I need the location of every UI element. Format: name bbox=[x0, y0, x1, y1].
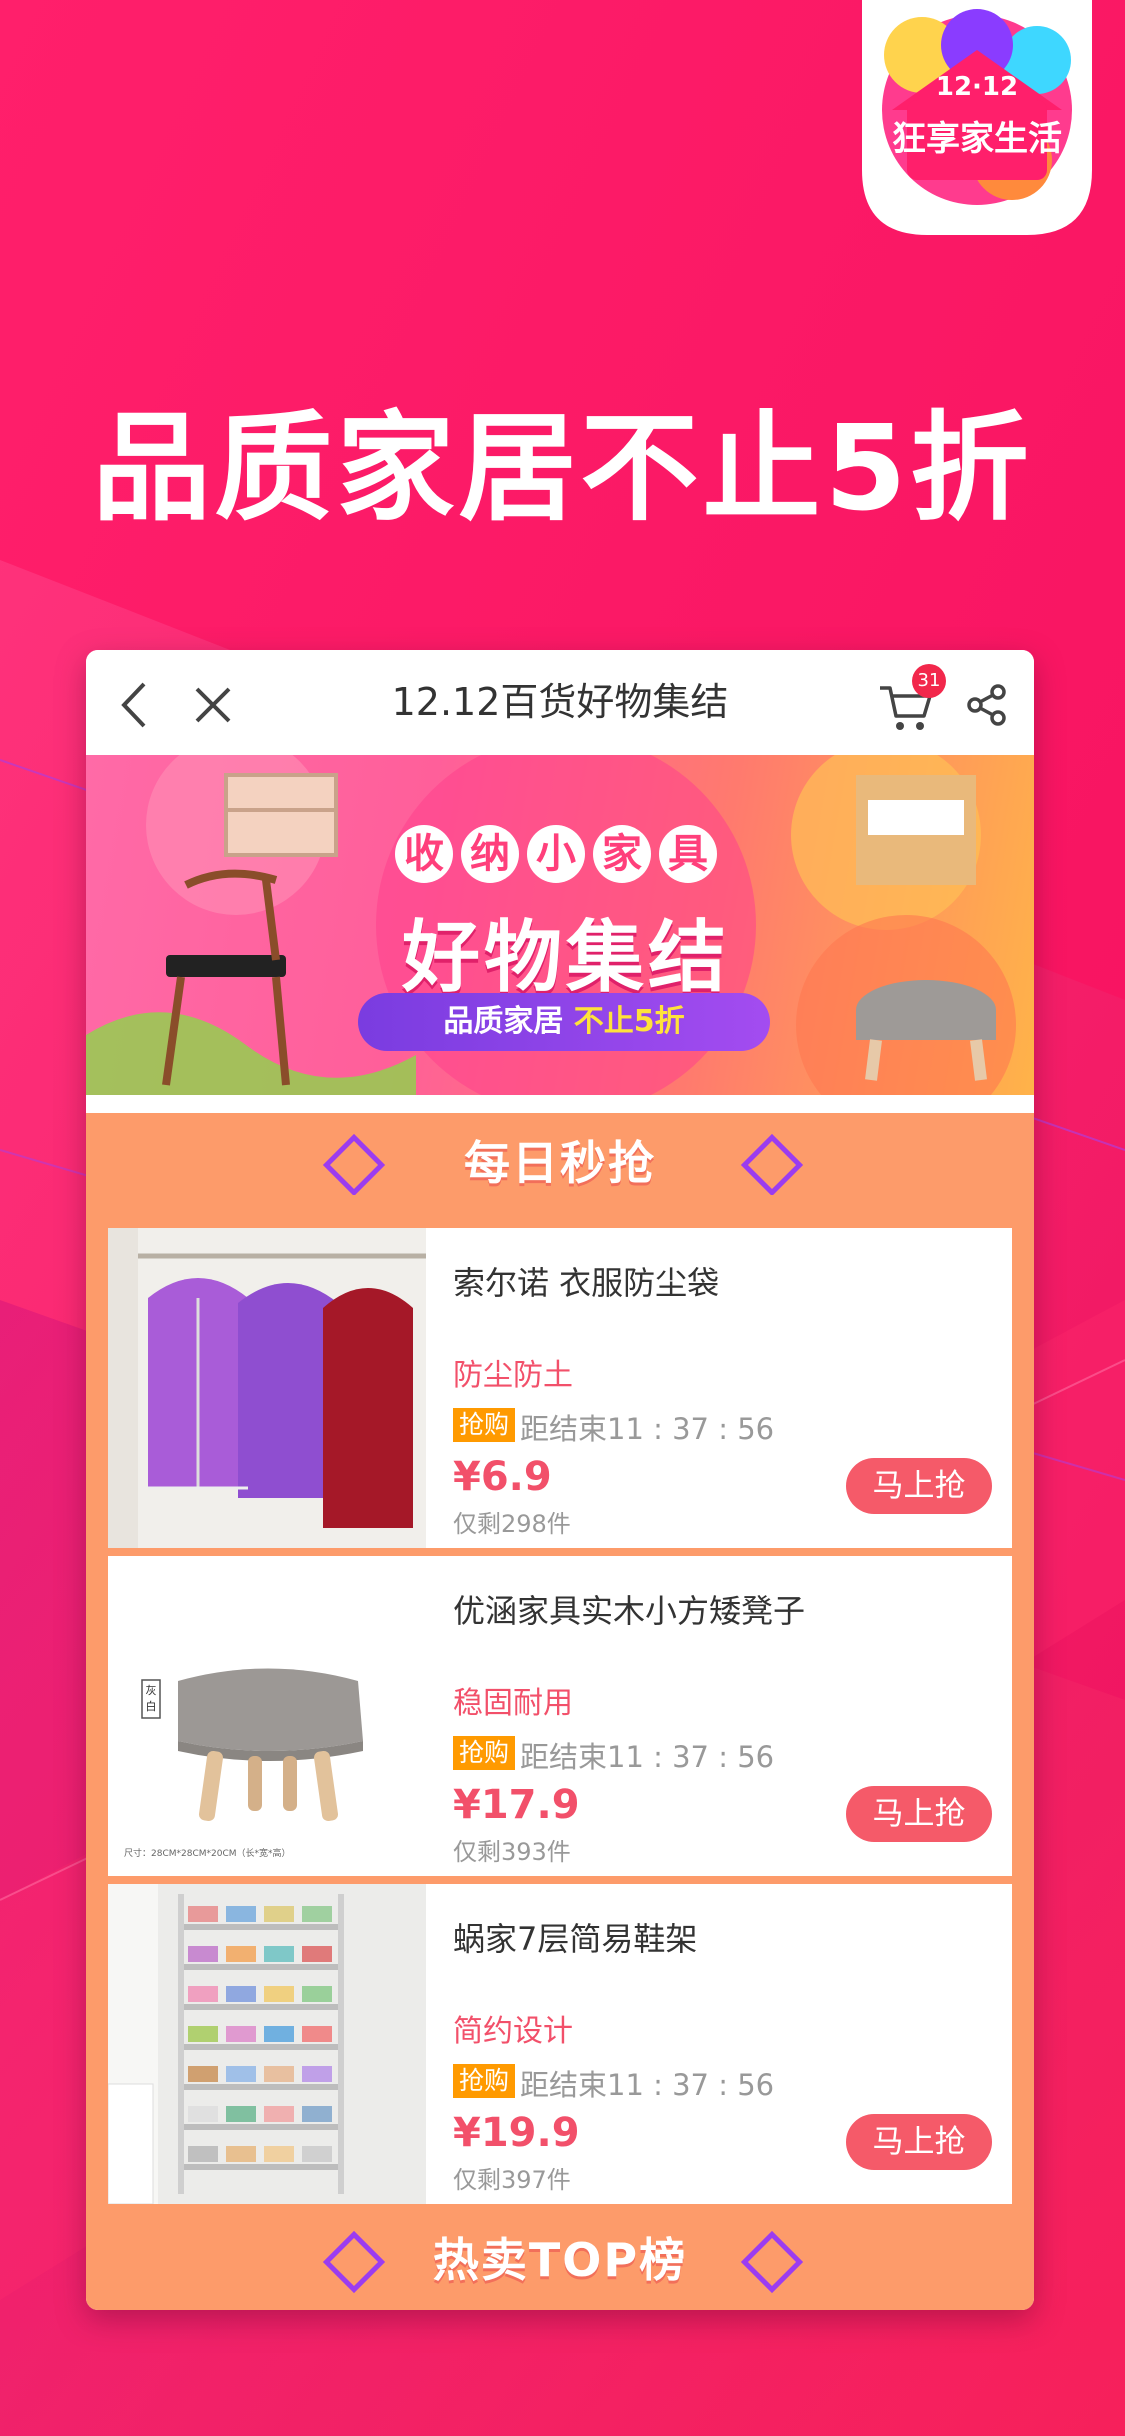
product-name[interactable]: 索尔诺 衣服防尘袋 bbox=[453, 1258, 719, 1304]
app-screen: 12.12百货好物集结 31 收 纳 小 家 具 好物集结 品质家居 不止5折 … bbox=[86, 650, 1034, 2310]
product-name[interactable]: 蜗家7层简易鞋架 bbox=[453, 1914, 697, 1960]
product-tag: 稳固耐用 bbox=[453, 1686, 573, 1721]
product-image-dust-bag[interactable] bbox=[108, 1228, 426, 1548]
hero-title: 好物集结 bbox=[401, 913, 730, 1003]
hero-subtitle-char: 收 bbox=[395, 825, 453, 883]
product-price: ¥17.9 bbox=[453, 1782, 580, 1828]
buy-now-button[interactable]: 马上抢 bbox=[846, 1458, 992, 1514]
hero-banner[interactable]: 收纳小家具 好物集结 品质家居 不止5折 bbox=[86, 755, 1034, 1095]
countdown-timer: 距结束11 : 37 : 56 bbox=[520, 1740, 775, 1774]
product-price: ¥6.9 bbox=[453, 1454, 552, 1500]
flash-sale-label: 抢购 bbox=[453, 2064, 516, 2098]
product-tag: 简约设计 bbox=[453, 2014, 573, 2049]
flash-sale-label: 抢购 bbox=[453, 1408, 516, 1442]
product-card[interactable]: 蜗家7层简易鞋架 简约设计 抢购 距结束11 : 37 : 56 ¥19.9 仅… bbox=[108, 1884, 1012, 2204]
product-tag: 防尘防土 bbox=[453, 1358, 573, 1393]
product-card[interactable]: 索尔诺 衣服防尘袋 防尘防土 抢购 距结束11 : 37 : 56 ¥6.9 仅… bbox=[108, 1228, 1012, 1548]
hero-pill-text: 品质家居 bbox=[443, 1004, 564, 1039]
hero-subtitle-char: 家 bbox=[593, 825, 651, 883]
campaign-badge-logo: 12·12 狂享家生活 bbox=[862, 0, 1092, 235]
buy-now-button[interactable]: 马上抢 bbox=[846, 1786, 992, 1842]
countdown-timer: 距结束11 : 37 : 56 bbox=[520, 2068, 775, 2102]
product-price: ¥19.9 bbox=[453, 2110, 580, 2156]
countdown-timer: 距结束11 : 37 : 56 bbox=[520, 1412, 775, 1446]
svg-text:灰: 灰 bbox=[146, 1683, 157, 1697]
hero-subtitle-char: 小 bbox=[527, 825, 585, 883]
hero-pill: 品质家居 不止5折 bbox=[358, 993, 770, 1051]
hero-pill-highlight: 不止5折 bbox=[573, 1004, 685, 1039]
hero-subtitle-char: 具 bbox=[659, 825, 717, 883]
share-icon[interactable] bbox=[966, 684, 1008, 726]
product-card[interactable]: 灰 白 尺寸：28CM*28CM*20CM（长*宽*高） 优涵家具实木小方矮凳子… bbox=[108, 1556, 1012, 1876]
buy-now-button[interactable]: 马上抢 bbox=[846, 2114, 992, 2170]
product-image-shoe-rack[interactable] bbox=[108, 1884, 426, 2204]
cart-count-badge: 31 bbox=[912, 664, 946, 698]
product-name[interactable]: 优涵家具实木小方矮凳子 bbox=[453, 1586, 805, 1632]
svg-text:12·12: 12·12 bbox=[936, 72, 1018, 102]
product-image-stool[interactable]: 灰 白 尺寸：28CM*28CM*20CM（长*宽*高） bbox=[108, 1556, 426, 1876]
hero-subtitle: 收纳小家具 bbox=[386, 825, 726, 883]
stock-remaining: 仅剩397件 bbox=[453, 2166, 571, 2194]
stock-remaining: 仅剩298件 bbox=[453, 1510, 571, 1538]
svg-text:尺寸：28CM*28CM*20CM（长*宽*高）: 尺寸：28CM*28CM*20CM（长*宽*高） bbox=[124, 1847, 291, 1859]
top-section-header: 热卖TOP榜 bbox=[86, 2210, 1034, 2310]
section-title-top[interactable]: 热卖TOP榜 bbox=[86, 2210, 1034, 2310]
svg-text:狂享家生活: 狂享家生活 bbox=[892, 119, 1062, 159]
stock-remaining: 仅剩393件 bbox=[453, 1838, 571, 1866]
flash-sale-label: 抢购 bbox=[453, 1736, 516, 1770]
nav-bar: 12.12百货好物集结 31 bbox=[86, 650, 1034, 755]
svg-text:白: 白 bbox=[146, 1699, 157, 1713]
hero-subtitle-char: 纳 bbox=[461, 825, 519, 883]
promo-headline: 品质家居不止5折 bbox=[92, 399, 1033, 537]
